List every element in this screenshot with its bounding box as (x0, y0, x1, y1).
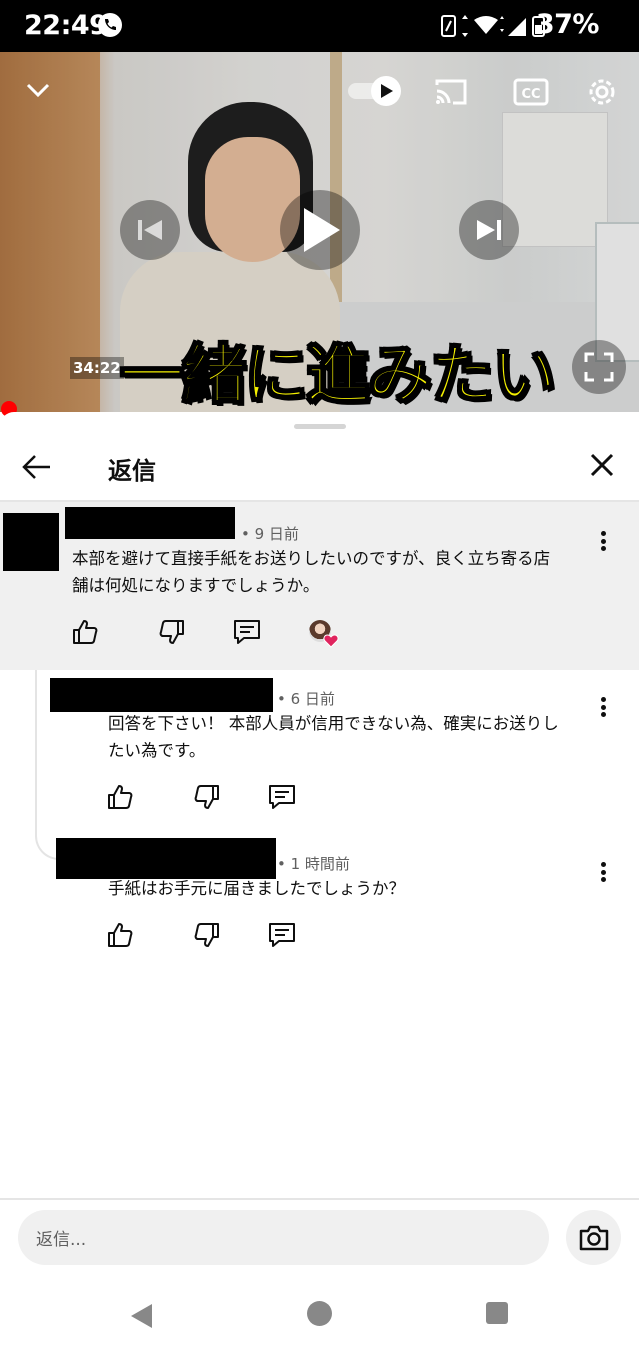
replies-sheet: 返信 • 9 日前 本部を避けて直接手紙をお送りしたいのですが、良く立ち寄る店 … (0, 412, 639, 1350)
author-name-redacted[interactable] (50, 678, 273, 712)
dislike-icon[interactable] (157, 617, 187, 647)
reply-icon[interactable] (267, 782, 297, 812)
sheet-header: 返信 (0, 442, 639, 502)
system-nav-bar (0, 1280, 639, 1350)
captions-icon[interactable]: CC (512, 76, 550, 108)
more-options-icon[interactable] (595, 860, 611, 884)
comment-text-line: 舗は何処になりますでしょうか。 (72, 576, 320, 595)
sheet-title: 返信 (108, 457, 156, 485)
like-icon[interactable] (70, 617, 100, 647)
reply-icon[interactable] (267, 920, 297, 950)
nav-back-icon[interactable] (130, 1303, 154, 1333)
svg-text:CC: CC (521, 87, 540, 102)
call-icon (98, 13, 122, 37)
video-timestamp: 34:22 (70, 357, 124, 379)
status-time: 22:49 (24, 10, 108, 41)
nav-home-icon[interactable] (307, 1301, 332, 1326)
comment-time: • 9 日前 (241, 525, 299, 543)
input-divider (0, 1198, 639, 1200)
drag-handle[interactable] (294, 424, 346, 429)
like-icon[interactable] (105, 920, 135, 950)
settings-icon[interactable] (584, 74, 620, 110)
collapse-icon[interactable] (22, 76, 54, 104)
avatar[interactable] (3, 513, 59, 571)
more-options-icon[interactable] (595, 695, 611, 719)
reply-input[interactable]: 返信... (18, 1210, 549, 1265)
camera-icon[interactable] (566, 1210, 621, 1265)
reply-icon[interactable] (232, 617, 262, 647)
video-caption: 一緒に進みたい (119, 338, 557, 412)
author-name-redacted[interactable] (65, 507, 235, 539)
fullscreen-icon[interactable] (572, 340, 626, 394)
nav-recents-icon[interactable] (486, 1302, 508, 1324)
more-options-icon[interactable] (595, 529, 611, 553)
dislike-icon[interactable] (192, 920, 222, 950)
back-arrow-icon[interactable] (20, 450, 54, 484)
status-bar: 22:49 37% (0, 0, 639, 52)
comment-text-line: たい為です。 (108, 741, 206, 760)
creator-heart-icon (323, 633, 339, 649)
autoplay-toggle[interactable] (346, 74, 404, 108)
next-icon[interactable] (459, 200, 519, 260)
play-icon[interactable] (280, 190, 360, 270)
like-icon[interactable] (105, 782, 135, 812)
status-icons (441, 15, 545, 37)
close-icon[interactable] (587, 450, 617, 480)
comment-text-line: 本部を避けて直接手紙をお送りしたいのですが、良く立ち寄る店 (72, 549, 551, 568)
cast-icon[interactable] (432, 76, 470, 108)
battery-percent: 37% (535, 9, 600, 40)
comment-time: • 1 時間前 (277, 855, 350, 873)
comment-text-line: 手紙はお手元に届きましたでしょうか？ (108, 879, 405, 898)
previous-icon[interactable] (120, 200, 180, 260)
comment-time: • 6 日前 (277, 690, 335, 708)
comment-text-line: 回答を下さい！ 本部人員が信用できない為、確実にお送りし (108, 714, 559, 733)
author-name-redacted[interactable] (56, 838, 276, 879)
video-player[interactable]: CC 一緒に進みたい 34:22 (0, 52, 639, 412)
dislike-icon[interactable] (192, 782, 222, 812)
